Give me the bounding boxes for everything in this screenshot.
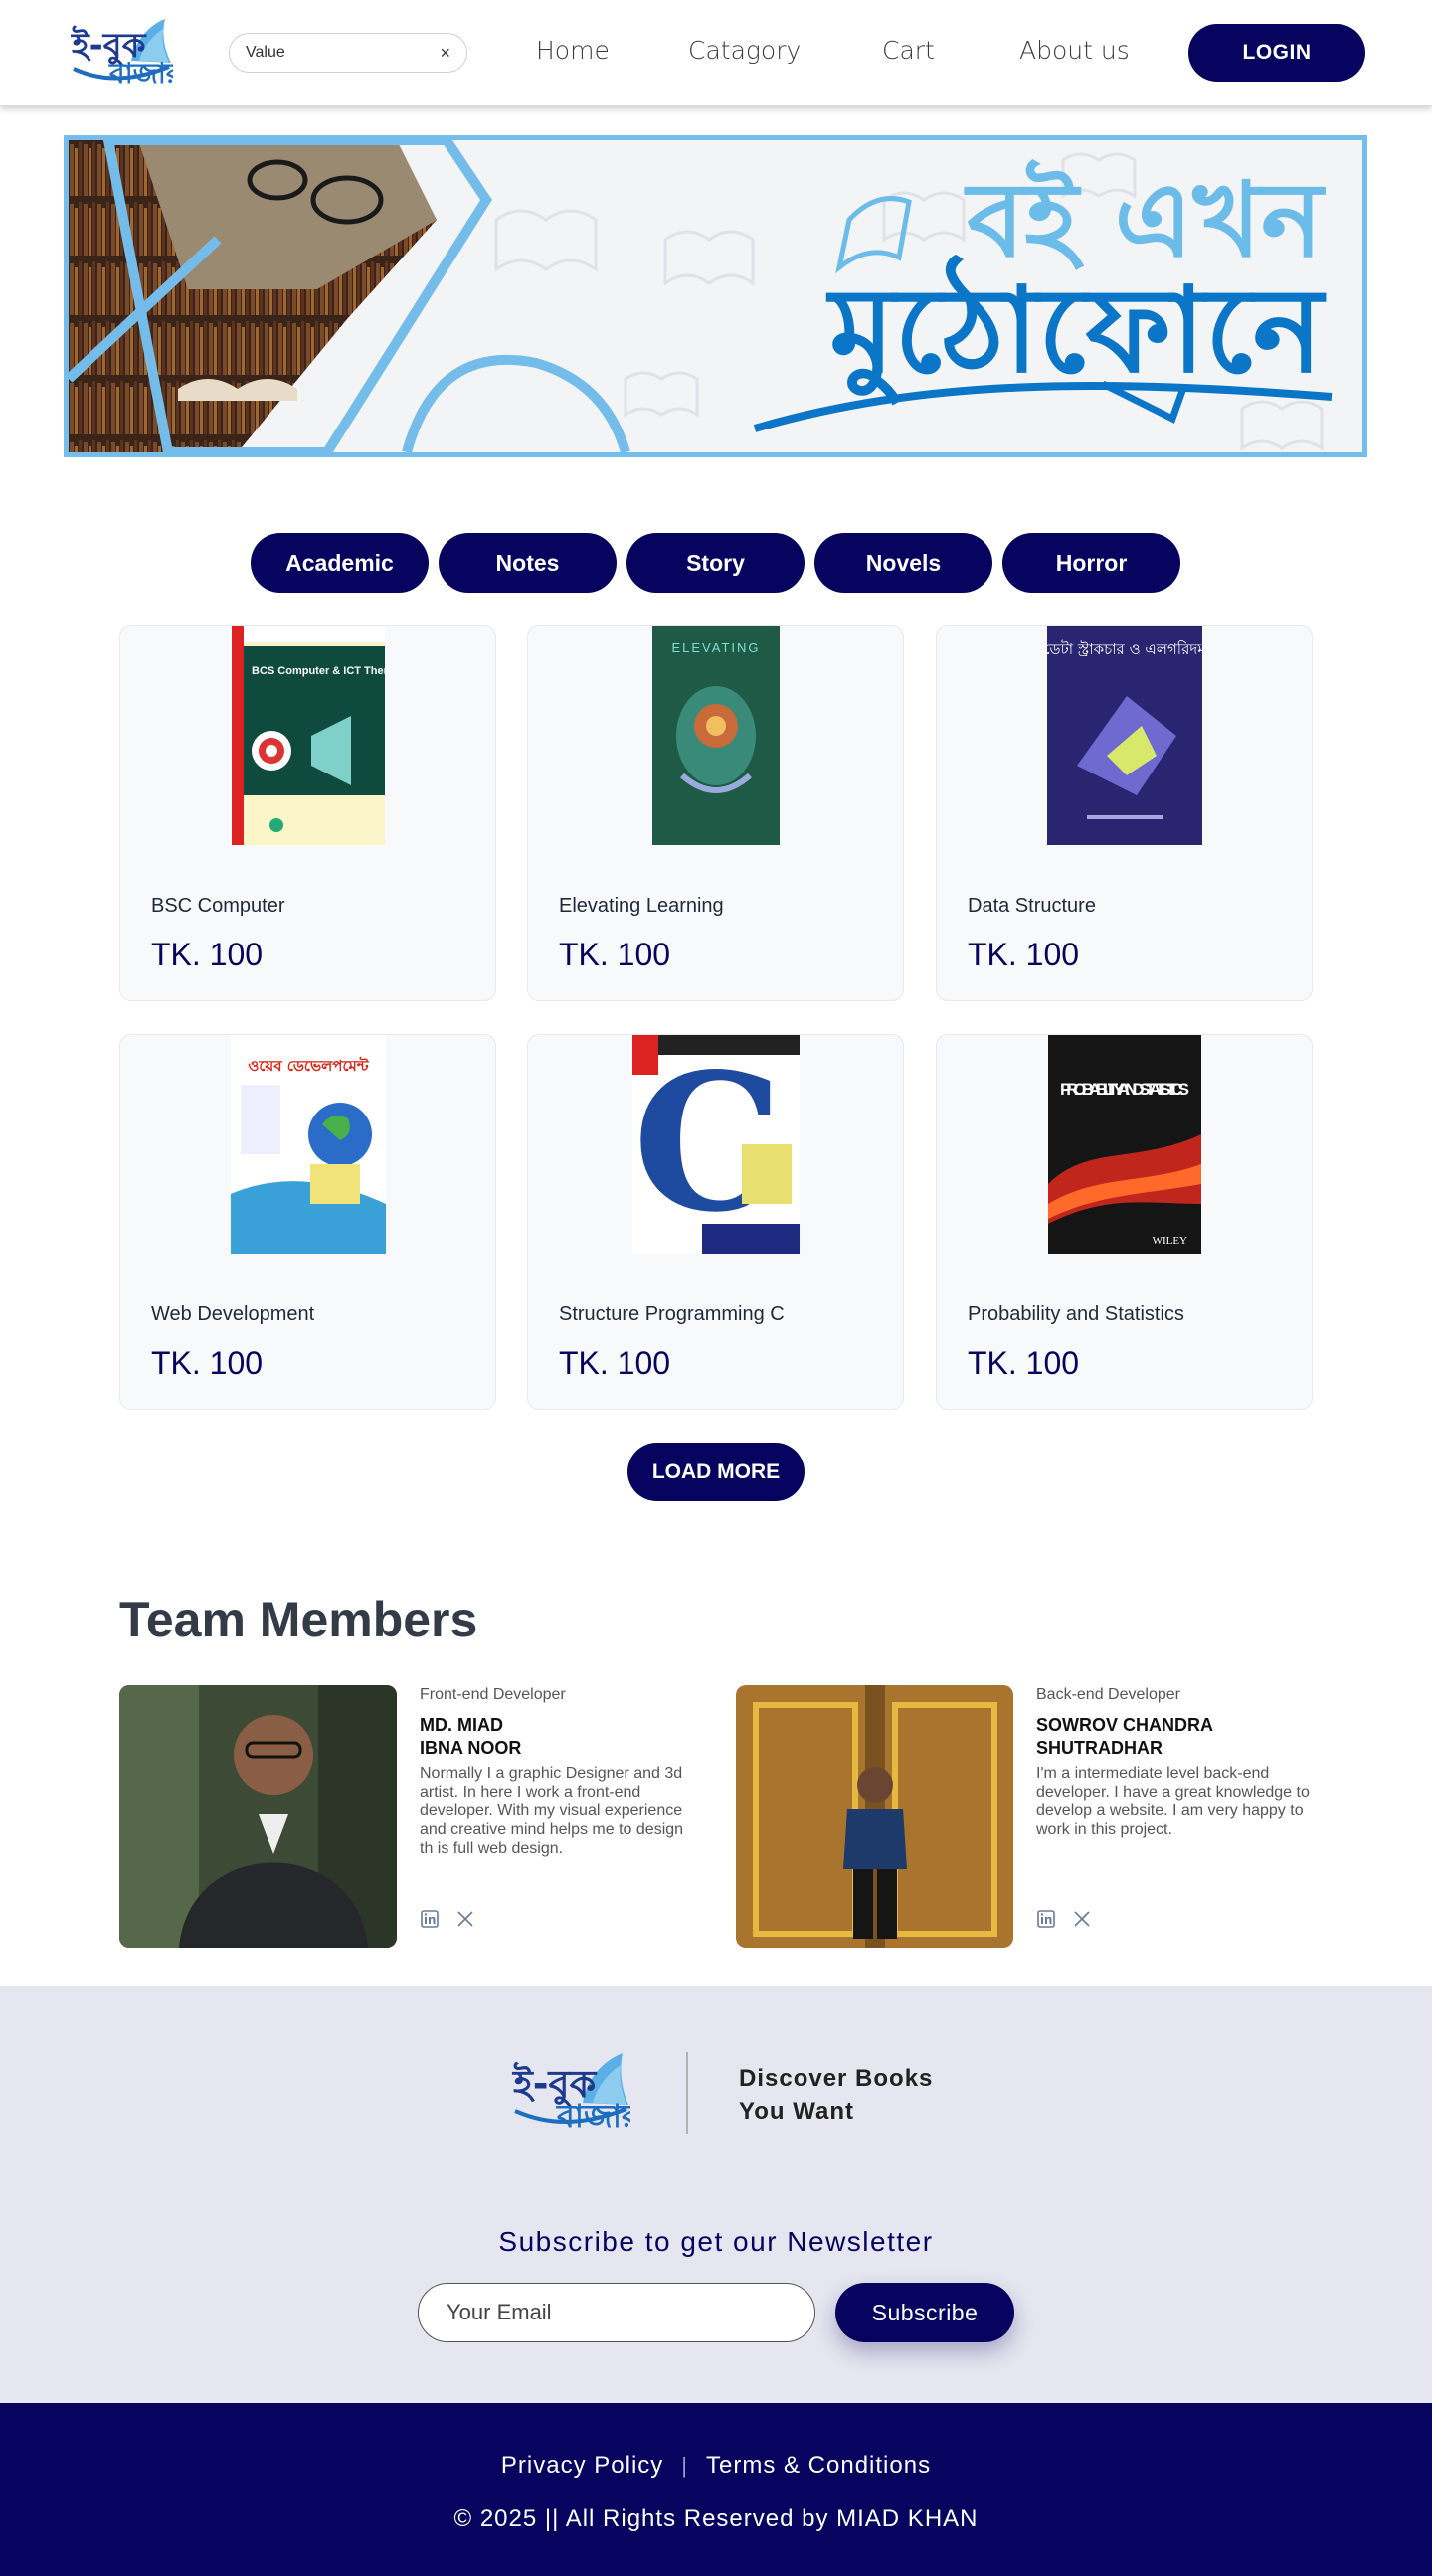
- linkedin-icon[interactable]: [1036, 1909, 1056, 1929]
- search-box[interactable]: Value ×: [229, 33, 467, 73]
- nav-home[interactable]: Home: [536, 36, 610, 65]
- banner-headline-bottom: মুঠোফোনে: [829, 261, 1323, 399]
- member-bio: I'm a intermediate level back-end develo…: [1036, 1765, 1310, 1838]
- category-novels[interactable]: Novels: [814, 533, 992, 593]
- banner-headline-top: বই এখন: [967, 159, 1323, 280]
- svg-text:ওয়েব ডেভেলপমেন্ট: ওয়েব ডেভেলপমেন্ট: [248, 1056, 370, 1075]
- site-logo[interactable]: ই-বুক বাজার: [70, 17, 183, 89]
- book-price: TK. 100: [151, 937, 264, 972]
- book-card[interactable]: PROBABILITY AND STATISTICS WILEY Probabi…: [936, 1034, 1313, 1410]
- newsletter-title: Subscribe to get our Newsletter: [498, 2226, 934, 2257]
- search-input[interactable]: Value: [246, 44, 440, 62]
- svg-text:বাজার: বাজার: [556, 2097, 630, 2135]
- svg-text:PROBABILITY AND STATISTICS: PROBABILITY AND STATISTICS: [1060, 1080, 1189, 1099]
- book-cover: PROBABILITY AND STATISTICS WILEY: [1047, 1035, 1201, 1254]
- book-card[interactable]: ডেটা স্ট্রাকচার ও এলগরিদম Data Structure…: [936, 625, 1313, 1001]
- book-price: TK. 100: [559, 937, 671, 972]
- subscribe-button[interactable]: Subscribe: [835, 2283, 1014, 2342]
- copyright-text: © 2025 || All Rights Reserved by MIAD KH…: [453, 2505, 979, 2532]
- svg-text:BCS Computer & ICT Therapy: BCS Computer & ICT Therapy: [252, 665, 385, 677]
- category-notes[interactable]: Notes: [439, 533, 617, 593]
- book-cover: ওয়েব ডেভেলপমেন্ট: [230, 1035, 386, 1254]
- category-academic[interactable]: Academic: [251, 533, 429, 593]
- navbar: ই-বুক বাজার Value × Home Catagory Cart A…: [0, 0, 1432, 106]
- svg-text:ডেটা স্ট্রাকচার ও এলগরিদম: ডেটা স্ট্রাকচার ও এলগরিদম: [1047, 640, 1202, 658]
- book-title: Web Development: [151, 1303, 315, 1325]
- clear-search-icon[interactable]: ×: [440, 43, 450, 64]
- member-name: SOWROV CHANDRA SHUTRADHAR: [1036, 1715, 1213, 1758]
- book-card[interactable]: ওয়েব ডেভেলপমেন্ট Web Development TK. 10…: [119, 1034, 496, 1410]
- category-story[interactable]: Story: [626, 533, 805, 593]
- member-bio: Normally I a graphic Designer and 3d art…: [420, 1765, 684, 1857]
- book-price: TK. 100: [559, 1345, 671, 1381]
- book-cover: ELEVATING: [651, 626, 780, 845]
- nav-about-us[interactable]: About us: [1019, 36, 1130, 65]
- book-price: TK. 100: [968, 937, 1080, 972]
- footer-links: Privacy Policy | Terms & Conditions: [0, 2452, 1432, 2480]
- book-cover: BCS Computer & ICT Therapy: [231, 626, 385, 845]
- book-title: Structure Programming C: [559, 1303, 785, 1325]
- member-role: Back-end Developer: [1036, 1686, 1180, 1703]
- book-title: Probability and Statistics: [968, 1303, 1184, 1325]
- terms-conditions-link[interactable]: Terms & Conditions: [706, 2452, 931, 2480]
- linkedin-icon[interactable]: [420, 1909, 440, 1929]
- nav-cart[interactable]: Cart: [882, 36, 935, 65]
- footer-divider: [686, 2052, 688, 2134]
- book-title: Elevating Learning: [559, 895, 724, 917]
- member-photo: [736, 1685, 1013, 1948]
- svg-text:WILEY: WILEY: [1152, 1235, 1186, 1247]
- member-name: MD. MIAD IBNA NOOR: [420, 1715, 522, 1758]
- nav-category[interactable]: Catagory: [688, 36, 801, 65]
- member-role: Front-end Developer: [420, 1686, 566, 1703]
- footer-bar: [0, 2403, 1432, 2576]
- privacy-policy-link[interactable]: Privacy Policy: [501, 2452, 663, 2480]
- login-button[interactable]: LOGIN: [1188, 24, 1365, 82]
- link-separator: |: [681, 2453, 688, 2478]
- member-photo: [119, 1685, 397, 1948]
- book-cover: ডেটা স্ট্রাকচার ও এলগরিদম: [1046, 626, 1202, 845]
- book-card[interactable]: C Structure Programming C TK. 100: [527, 1034, 904, 1410]
- book-title: Data Structure: [968, 895, 1096, 917]
- x-twitter-icon[interactable]: [1072, 1909, 1092, 1929]
- category-horror[interactable]: Horror: [1002, 533, 1180, 593]
- footer-tagline: Discover Books You Want: [739, 2065, 934, 2125]
- footer-logo[interactable]: ই-বুক বাজার: [511, 2051, 640, 2136]
- load-more-button[interactable]: LOAD MORE: [627, 1443, 805, 1501]
- svg-text:বাজার: বাজার: [108, 57, 173, 88]
- book-card[interactable]: BCS Computer & ICT Therapy BSC Computer …: [119, 625, 496, 1001]
- book-card[interactable]: ELEVATING Elevating Learning TK. 100: [527, 625, 904, 1001]
- x-twitter-icon[interactable]: [455, 1909, 475, 1929]
- email-input[interactable]: [418, 2283, 815, 2342]
- book-cover: C: [631, 1035, 800, 1254]
- svg-text:ELEVATING: ELEVATING: [671, 640, 760, 655]
- book-price: TK. 100: [968, 1345, 1080, 1381]
- category-filter: Academic Notes Story Novels Horror: [251, 533, 1180, 593]
- book-price: TK. 100: [151, 1345, 264, 1381]
- team-section-title: Team Members: [119, 1592, 478, 1647]
- book-title: BSC Computer: [151, 895, 285, 917]
- hero-banner: বই এখন মুঠোফোনে: [64, 135, 1367, 457]
